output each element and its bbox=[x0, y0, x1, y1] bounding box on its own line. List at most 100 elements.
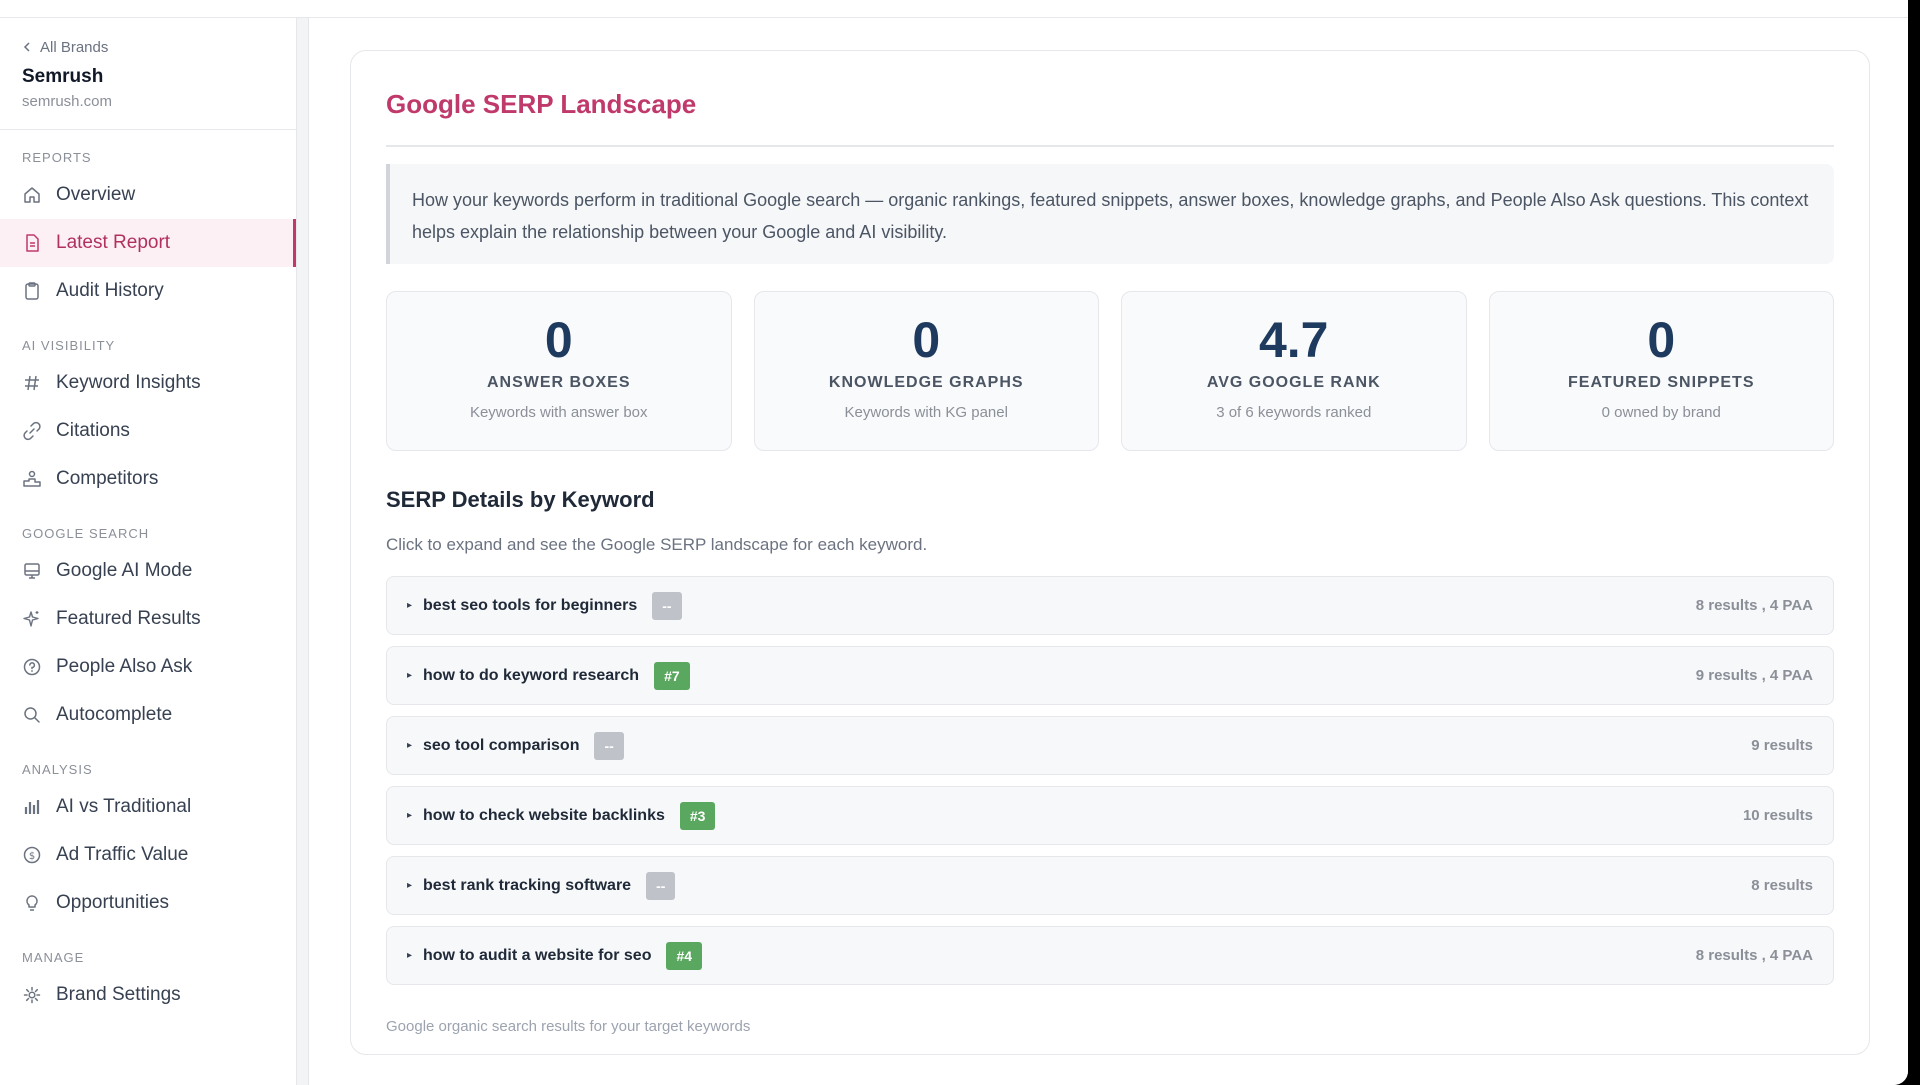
result-count: 9 results , 4 PAA bbox=[1695, 667, 1813, 684]
back-to-brands-link[interactable]: All Brands bbox=[22, 37, 274, 57]
home-icon bbox=[22, 185, 42, 205]
sidebar-item-ai-vs-traditional[interactable]: AI vs Traditional bbox=[0, 783, 296, 831]
gear-icon bbox=[22, 985, 42, 1005]
sidebar-item-label: Competitors bbox=[56, 468, 159, 489]
sidebar-item-label: Autocomplete bbox=[56, 704, 173, 725]
link-icon bbox=[22, 421, 42, 441]
sidebar-item-ad-traffic-value[interactable]: $ Ad Traffic Value bbox=[0, 831, 296, 879]
sidebar-item-label: Audit History bbox=[56, 280, 164, 301]
result-count: 9 results bbox=[1751, 737, 1813, 754]
keyword-text: best seo tools for beginners bbox=[423, 596, 638, 614]
stat-subtext: Keywords with answer box bbox=[469, 404, 648, 421]
stat-value: 0 bbox=[544, 312, 573, 368]
stat-label: KNOWLEDGE GRAPHS bbox=[828, 374, 1024, 391]
keyword-row[interactable]: ▸ best rank tracking software -- 8 resul… bbox=[386, 856, 1834, 915]
stat-label: ANSWER BOXES bbox=[486, 374, 631, 391]
stat-subtext: Keywords with KG panel bbox=[844, 404, 1008, 421]
back-link-label: All Brands bbox=[40, 38, 109, 56]
rank-badge: -- bbox=[652, 591, 682, 620]
sidebar-item-competitors[interactable]: Competitors bbox=[0, 455, 296, 503]
stat-subtext: 0 owned by brand bbox=[1601, 404, 1721, 421]
nav-section-reports: REPORTS bbox=[22, 150, 92, 165]
result-count: 8 results , 4 PAA bbox=[1695, 597, 1813, 614]
sidebar-item-keyword-insights[interactable]: Keyword Insights bbox=[0, 359, 296, 407]
nav-section-ai-visibility: AI VISIBILITY bbox=[22, 338, 116, 353]
sidebar-item-people-also-ask[interactable]: People Also Ask bbox=[0, 643, 296, 691]
search-icon bbox=[22, 705, 42, 725]
intro-callout: How your keywords perform in traditional… bbox=[386, 164, 1834, 264]
stat-label: FEATURED SNIPPETS bbox=[1568, 374, 1755, 391]
brand-name: Semrush bbox=[22, 66, 104, 87]
nav-section-google-search: GOOGLE SEARCH bbox=[22, 526, 150, 541]
sidebar-item-google-ai-mode[interactable]: Google AI Mode bbox=[0, 547, 296, 595]
keyword-row[interactable]: ▸ best seo tools for beginners -- 8 resu… bbox=[386, 576, 1834, 635]
stat-value: 0 bbox=[1647, 312, 1676, 368]
keyword-list: ▸ best seo tools for beginners -- 8 resu… bbox=[386, 576, 1834, 996]
keyword-text: how to check website backlinks bbox=[423, 806, 665, 824]
stat-value: 0 bbox=[912, 312, 941, 368]
sidebar-item-label: Featured Results bbox=[56, 608, 201, 629]
nav-section-analysis: ANALYSIS bbox=[22, 762, 93, 777]
sidebar-resize-handle[interactable] bbox=[297, 18, 309, 1085]
sidebar-item-opportunities[interactable]: Opportunities bbox=[0, 879, 296, 927]
expand-caret-icon: ▸ bbox=[407, 670, 413, 681]
sidebar-item-autocomplete[interactable]: Autocomplete bbox=[0, 691, 296, 739]
sidebar-item-overview[interactable]: Overview bbox=[0, 171, 296, 219]
help-circle-icon bbox=[22, 657, 42, 677]
monitor-icon bbox=[22, 561, 42, 581]
footnote: Google organic search results for your t… bbox=[386, 1018, 751, 1035]
sidebar-item-label: Ad Traffic Value bbox=[56, 844, 189, 865]
rank-badge: -- bbox=[594, 731, 624, 760]
keyword-text: seo tool comparison bbox=[423, 736, 580, 754]
keyword-row[interactable]: ▸ seo tool comparison -- 9 results bbox=[386, 716, 1834, 775]
title-divider bbox=[386, 145, 1834, 147]
clipboard-icon bbox=[22, 281, 42, 301]
sidebar: All Brands Semrush semrush.com REPORTS O… bbox=[0, 18, 297, 1085]
svg-text:$: $ bbox=[29, 851, 35, 862]
keyword-text: best rank tracking software bbox=[423, 876, 632, 894]
main-content: Google SERP Landscape How your keywords … bbox=[310, 18, 1908, 1085]
top-bar bbox=[0, 0, 1908, 18]
sidebar-item-label: Keyword Insights bbox=[56, 372, 201, 393]
result-count: 8 results , 4 PAA bbox=[1695, 947, 1813, 964]
keyword-text: how to do keyword research bbox=[423, 666, 640, 684]
sidebar-item-featured-results[interactable]: Featured Results bbox=[0, 595, 296, 643]
keyword-row[interactable]: ▸ how to audit a website for seo #4 8 re… bbox=[386, 926, 1834, 985]
serp-landscape-card: Google SERP Landscape How your keywords … bbox=[350, 50, 1870, 1055]
document-icon bbox=[22, 233, 42, 253]
stats-row: 0 ANSWER BOXES Keywords with answer box … bbox=[386, 291, 1834, 451]
rank-badge: #4 bbox=[666, 941, 703, 970]
sidebar-item-citations[interactable]: Citations bbox=[0, 407, 296, 455]
keyword-row[interactable]: ▸ how to do keyword research #7 9 result… bbox=[386, 646, 1834, 705]
expand-caret-icon: ▸ bbox=[407, 740, 413, 751]
stat-card-featured-snippets: 0 FEATURED SNIPPETS 0 owned by brand bbox=[1488, 291, 1834, 451]
chevron-left-icon bbox=[23, 42, 30, 52]
brand-header: All Brands Semrush semrush.com bbox=[0, 18, 296, 130]
expand-caret-icon: ▸ bbox=[407, 600, 413, 611]
rank-badge: -- bbox=[646, 871, 676, 900]
app-window: All Brands Semrush semrush.com REPORTS O… bbox=[0, 0, 1908, 1085]
stat-subtext: 3 of 6 keywords ranked bbox=[1216, 404, 1372, 421]
rank-badge: #7 bbox=[654, 661, 690, 690]
sidebar-item-label: Google AI Mode bbox=[56, 560, 193, 581]
sidebar-item-latest-report[interactable]: Latest Report bbox=[0, 219, 296, 267]
expand-caret-icon: ▸ bbox=[407, 950, 413, 961]
stat-value: 4.7 bbox=[1258, 312, 1329, 368]
section-subtitle: Click to expand and see the Google SERP … bbox=[386, 535, 928, 554]
sidebar-item-label: AI vs Traditional bbox=[56, 796, 192, 817]
dollar-circle-icon: $ bbox=[22, 845, 42, 865]
sidebar-item-brand-settings[interactable]: Brand Settings bbox=[0, 971, 296, 1019]
sidebar-item-label: Brand Settings bbox=[56, 984, 181, 1005]
rank-badge: #3 bbox=[679, 801, 716, 830]
section-title: SERP Details by Keyword bbox=[386, 487, 655, 512]
keyword-text: how to audit a website for seo bbox=[423, 946, 652, 964]
stat-card-avg-google-rank: 4.7 AVG GOOGLE RANK 3 of 6 keywords rank… bbox=[1121, 291, 1467, 451]
sidebar-item-audit-history[interactable]: Audit History bbox=[0, 267, 296, 315]
keyword-row[interactable]: ▸ how to check website backlinks #3 10 r… bbox=[386, 786, 1834, 845]
stat-label: AVG GOOGLE RANK bbox=[1206, 374, 1381, 391]
sidebar-item-label: Latest Report bbox=[56, 232, 171, 253]
sidebar-item-label: Overview bbox=[56, 184, 136, 205]
result-count: 8 results bbox=[1751, 877, 1813, 894]
page-title: Google SERP Landscape bbox=[386, 89, 697, 119]
hash-icon bbox=[22, 373, 42, 393]
